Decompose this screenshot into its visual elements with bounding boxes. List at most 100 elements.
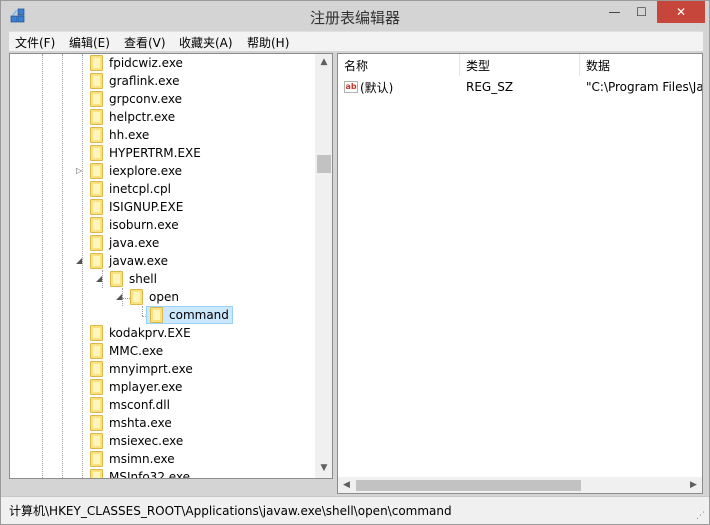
collapse-arrow-icon[interactable]: ◢ bbox=[76, 256, 82, 265]
tree-item-label: MMC.exe bbox=[109, 344, 164, 358]
status-path: 计算机\HKEY_CLASSES_ROOT\Applications\javaw… bbox=[9, 504, 452, 518]
folder-icon bbox=[90, 325, 103, 341]
tree-item[interactable]: MSInfo32.exe bbox=[90, 468, 191, 479]
registry-editor-window: 注册表编辑器 — ☐ ✕ 文件(F) 编辑(E) 查看(V) 收藏夹(A) 帮助… bbox=[0, 0, 710, 525]
folder-icon bbox=[90, 91, 103, 107]
tree-vertical-scrollbar[interactable]: ▲ ▼ bbox=[315, 54, 332, 478]
folder-icon bbox=[90, 73, 103, 89]
tree-item[interactable]: javaw.exe bbox=[90, 252, 168, 270]
tree-item-label: kodakprv.EXE bbox=[109, 326, 191, 340]
value-type: REG_SZ bbox=[466, 80, 514, 94]
tree-item-label: msconf.dll bbox=[109, 398, 170, 412]
values-scroll-thumb[interactable] bbox=[356, 480, 581, 491]
scroll-left-arrow-icon[interactable]: ◀ bbox=[338, 477, 355, 493]
folder-icon bbox=[90, 469, 103, 478]
tree-item-label: grpconv.exe bbox=[109, 92, 182, 106]
menu-view[interactable]: 查看(V) bbox=[124, 34, 166, 51]
tree-item[interactable]: HYPERTRM.EXE bbox=[90, 144, 201, 162]
tree-item-label: iexplore.exe bbox=[109, 164, 183, 178]
registry-tree[interactable]: fpidcwiz.exe graflink.exe grpconv.exe he… bbox=[9, 53, 333, 479]
tree-guide-line bbox=[42, 54, 43, 478]
tree-item-label: java.exe bbox=[109, 236, 160, 250]
tree-item-label: MSInfo32.exe bbox=[109, 470, 191, 479]
folder-icon bbox=[90, 181, 103, 197]
tree-item[interactable]: java.exe bbox=[90, 234, 159, 252]
scroll-right-arrow-icon[interactable]: ▶ bbox=[685, 477, 702, 493]
column-header-data[interactable]: 数据 bbox=[580, 54, 702, 76]
close-button[interactable]: ✕ bbox=[657, 1, 705, 23]
menu-edit[interactable]: 编辑(E) bbox=[69, 34, 110, 51]
column-header-type[interactable]: 类型 bbox=[460, 54, 580, 76]
tree-item-label: open bbox=[149, 290, 179, 304]
tree-item-label: msiexec.exe bbox=[109, 434, 184, 448]
tree-item-label: hh.exe bbox=[109, 128, 150, 142]
tree-item-label: shell bbox=[129, 272, 157, 286]
tree-guide-line bbox=[62, 54, 63, 478]
tree-item[interactable]: MMC.exe bbox=[90, 342, 163, 360]
menu-bar: 文件(F) 编辑(E) 查看(V) 收藏夹(A) 帮助(H) bbox=[9, 31, 703, 51]
folder-icon bbox=[90, 145, 103, 161]
tree-item[interactable]: iexplore.exe bbox=[90, 162, 182, 180]
values-list[interactable]: 名称 类型 数据 ab (默认) REG_SZ "C:\Program File… bbox=[337, 53, 703, 494]
folder-icon bbox=[90, 217, 103, 233]
folder-icon bbox=[90, 235, 103, 251]
tree-item[interactable]: shell bbox=[110, 270, 157, 288]
folder-icon bbox=[90, 163, 103, 179]
tree-guide-line bbox=[82, 54, 83, 478]
tree-item-label: mshta.exe bbox=[109, 416, 172, 430]
tree-item[interactable]: msiexec.exe bbox=[90, 432, 183, 450]
tree-item[interactable]: hh.exe bbox=[90, 126, 149, 144]
folder-icon bbox=[90, 451, 103, 467]
maximize-button[interactable]: ☐ bbox=[628, 1, 655, 23]
tree-item[interactable]: open bbox=[130, 288, 179, 306]
minimize-button[interactable]: — bbox=[601, 1, 628, 23]
tree-item[interactable]: helpctr.exe bbox=[90, 108, 175, 126]
tree-item-selected[interactable]: command bbox=[146, 306, 233, 324]
scroll-up-arrow-icon[interactable]: ▲ bbox=[315, 54, 332, 71]
title-bar[interactable]: 注册表编辑器 — ☐ ✕ bbox=[1, 1, 709, 31]
tree-scroll-thumb[interactable] bbox=[317, 155, 331, 173]
string-value-icon: ab bbox=[344, 81, 358, 93]
tree-item[interactable]: inetcpl.cpl bbox=[90, 180, 171, 198]
tree-item-label: graflink.exe bbox=[109, 74, 180, 88]
folder-icon bbox=[90, 433, 103, 449]
collapse-arrow-icon[interactable]: ◢ bbox=[96, 274, 102, 283]
column-header-name[interactable]: 名称 bbox=[338, 54, 460, 76]
folder-icon bbox=[150, 307, 163, 323]
scroll-down-arrow-icon[interactable]: ▼ bbox=[315, 460, 332, 477]
folder-icon bbox=[90, 397, 103, 413]
folder-icon bbox=[110, 271, 123, 287]
values-horizontal-scrollbar[interactable]: ◀ ▶ bbox=[338, 477, 702, 493]
tree-item-label: isoburn.exe bbox=[109, 218, 179, 232]
menu-file[interactable]: 文件(F) bbox=[15, 34, 55, 51]
expand-arrow-icon[interactable]: ▷ bbox=[76, 166, 82, 175]
tree-item[interactable]: mnyimprt.exe bbox=[90, 360, 193, 378]
collapse-arrow-icon[interactable]: ◢ bbox=[116, 292, 122, 301]
tree-item-label: mplayer.exe bbox=[109, 380, 183, 394]
tree-item[interactable]: kodakprv.EXE bbox=[90, 324, 191, 342]
tree-item-label: fpidcwiz.exe bbox=[109, 56, 183, 70]
value-row-default[interactable]: ab (默认) bbox=[344, 78, 393, 96]
menu-help[interactable]: 帮助(H) bbox=[247, 34, 289, 51]
tree-item-label: inetcpl.cpl bbox=[109, 182, 171, 196]
tree-item[interactable]: mshta.exe bbox=[90, 414, 172, 432]
tree-item[interactable]: msconf.dll bbox=[90, 396, 170, 414]
tree-item[interactable]: isoburn.exe bbox=[90, 216, 179, 234]
tree-item[interactable]: mplayer.exe bbox=[90, 378, 182, 396]
folder-icon bbox=[90, 361, 103, 377]
tree-item-label: mnyimprt.exe bbox=[109, 362, 193, 376]
status-bar: 计算机\HKEY_CLASSES_ROOT\Applications\javaw… bbox=[1, 496, 709, 524]
value-data: "C:\Program Files\Java\jre7\bin\javaw.ex… bbox=[586, 80, 703, 94]
folder-icon bbox=[90, 379, 103, 395]
folder-icon bbox=[90, 55, 103, 71]
tree-item[interactable]: grpconv.exe bbox=[90, 90, 182, 108]
folder-icon bbox=[90, 199, 103, 215]
tree-item[interactable]: fpidcwiz.exe bbox=[90, 54, 183, 72]
tree-item[interactable]: graflink.exe bbox=[90, 72, 179, 90]
tree-item[interactable]: ISIGNUP.EXE bbox=[90, 198, 183, 216]
resize-grip-icon[interactable]: ⋰ bbox=[696, 511, 705, 521]
tree-item[interactable]: msimn.exe bbox=[90, 450, 175, 468]
tree-item-label: helpctr.exe bbox=[109, 110, 176, 124]
menu-favorites[interactable]: 收藏夹(A) bbox=[179, 34, 233, 51]
tree-item-label: HYPERTRM.EXE bbox=[109, 146, 201, 160]
